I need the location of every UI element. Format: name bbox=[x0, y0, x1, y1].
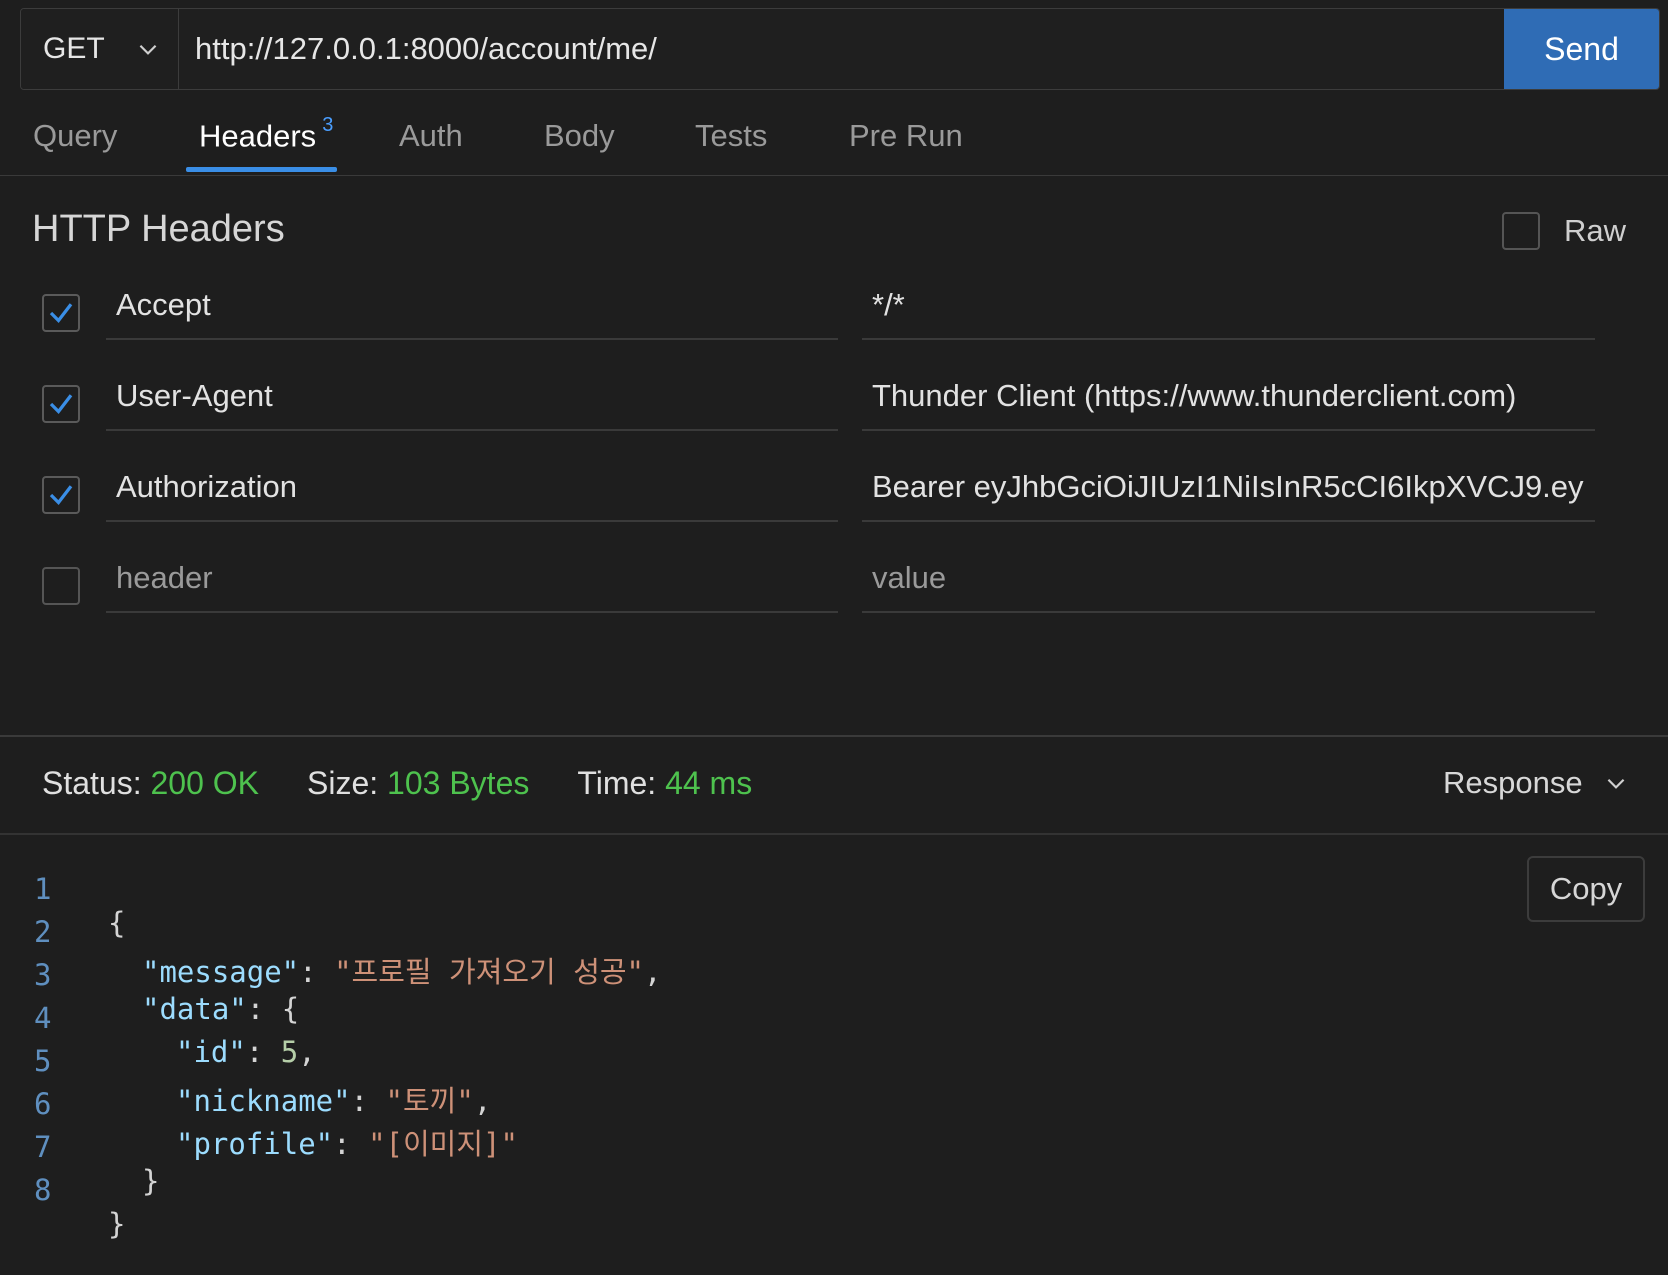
url-input[interactable] bbox=[179, 9, 1504, 89]
code-line: 5 "nickname": "토끼", bbox=[34, 1044, 492, 1118]
header-row-empty: header value bbox=[0, 545, 1668, 635]
method-label: GET bbox=[43, 32, 105, 65]
header-row: Authorization Bearer eyJhbGciOiJIUzI1NiI… bbox=[0, 454, 1668, 544]
active-tab-indicator bbox=[186, 167, 337, 172]
code-line: 7 } bbox=[34, 1130, 160, 1198]
chevron-down-icon bbox=[1607, 778, 1624, 789]
response-divider bbox=[0, 833, 1668, 835]
tab-body[interactable]: Body bbox=[544, 118, 615, 154]
header-value-field[interactable]: */* bbox=[862, 272, 1595, 340]
size-value: 103 Bytes bbox=[387, 765, 530, 801]
header-value-field[interactable]: value bbox=[862, 545, 1595, 613]
status-value: 200 OK bbox=[150, 765, 260, 801]
header-key-field[interactable]: header bbox=[106, 545, 838, 613]
header-value-field[interactable]: Bearer eyJhbGciOiJIUzI1NiIsInR5cCI6IkpXV… bbox=[862, 454, 1595, 522]
response-view-label: Response bbox=[1443, 765, 1583, 800]
status-info: Status: 200 OK bbox=[42, 765, 260, 801]
tab-pre-run[interactable]: Pre Run bbox=[849, 118, 963, 154]
header-checkbox[interactable] bbox=[42, 476, 80, 514]
code-line: 8 } bbox=[34, 1173, 126, 1241]
response-view-dropdown[interactable]: Response bbox=[1443, 765, 1629, 801]
chevron-down-icon bbox=[139, 44, 157, 55]
tab-headers[interactable]: Headers 3 bbox=[199, 114, 333, 154]
size-info: Size: 103 Bytes bbox=[307, 765, 530, 801]
header-checkbox[interactable] bbox=[42, 567, 80, 605]
response-status-bar: Status: 200 OK Size: 103 Bytes Time: 44 … bbox=[42, 765, 752, 802]
code-line: 6 "profile": "[이미지]" bbox=[34, 1087, 518, 1161]
checkmark-icon bbox=[49, 303, 73, 323]
header-row: Accept */* bbox=[0, 272, 1668, 362]
raw-checkbox[interactable] bbox=[1502, 212, 1540, 250]
request-tabs: Query Headers 3 Auth Body Tests Pre Run bbox=[0, 100, 1668, 176]
header-key-field[interactable]: Authorization bbox=[106, 454, 838, 522]
method-select[interactable]: GET bbox=[21, 9, 179, 89]
raw-label: Raw bbox=[1564, 213, 1627, 248]
code-line: 4 "id": 5, bbox=[34, 1001, 316, 1069]
request-bar: GET Send bbox=[20, 8, 1660, 90]
header-key-field[interactable]: Accept bbox=[106, 272, 838, 340]
header-value-field[interactable]: Thunder Client (https://www.thunderclien… bbox=[862, 363, 1595, 431]
time-info: Time: 44 ms bbox=[577, 765, 753, 801]
checkmark-icon bbox=[49, 394, 73, 414]
time-value: 44 ms bbox=[665, 765, 753, 801]
panel-divider[interactable] bbox=[0, 735, 1668, 737]
header-row: User-Agent Thunder Client (https://www.t… bbox=[0, 363, 1668, 453]
code-line: 3 "data": { bbox=[34, 958, 300, 1026]
tab-query[interactable]: Query bbox=[33, 118, 117, 154]
tab-badge: 3 bbox=[322, 114, 334, 136]
code-line: 2 "message": "프로필 가져오기 성공", bbox=[34, 915, 662, 989]
raw-toggle[interactable]: Raw bbox=[1502, 212, 1626, 250]
checkmark-icon bbox=[49, 485, 73, 505]
section-title: HTTP Headers bbox=[32, 208, 285, 250]
tab-auth[interactable]: Auth bbox=[399, 118, 463, 154]
header-checkbox[interactable] bbox=[42, 294, 80, 332]
header-key-field[interactable]: User-Agent bbox=[106, 363, 838, 431]
header-checkbox[interactable] bbox=[42, 385, 80, 423]
code-line: 1 { bbox=[34, 872, 126, 940]
send-button[interactable]: Send bbox=[1504, 9, 1659, 89]
tab-tests[interactable]: Tests bbox=[695, 118, 767, 154]
copy-button[interactable]: Copy bbox=[1527, 856, 1645, 922]
